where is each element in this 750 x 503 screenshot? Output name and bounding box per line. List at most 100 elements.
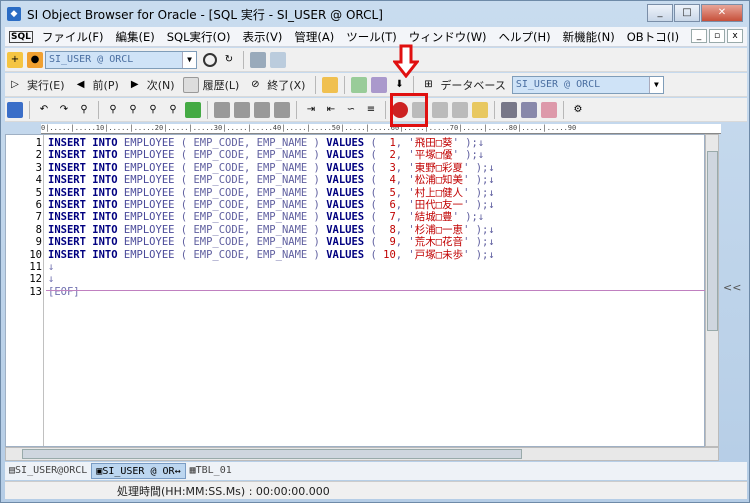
chevron-down-icon[interactable]: ▼	[182, 51, 196, 68]
settings-icon[interactable]: ⚙	[570, 102, 586, 118]
redo-icon[interactable]: ↷	[56, 102, 72, 118]
history-button[interactable]: 履歴(L)	[203, 77, 240, 93]
window-controls: _ □ ✕	[646, 4, 743, 22]
find-icon[interactable]: ⚲	[76, 102, 92, 118]
menu-edit[interactable]: 編集(E)	[109, 29, 160, 45]
mdi-close-button[interactable]: x	[727, 29, 743, 43]
document-tab-bar: ▤SI_USER@ORCL ▣SI_USER @ OR↔ ▦TBL_01	[5, 462, 747, 480]
bookmark-icon[interactable]	[185, 101, 201, 118]
next-button[interactable]: 次(N)	[147, 77, 175, 93]
comment-icon[interactable]: ∽	[343, 102, 359, 118]
line-number: 9	[35, 236, 42, 249]
code-text: INSERT INTO EMPLOYEE ( EMP_CODE, EMP_NAM…	[48, 236, 495, 249]
plan-icon[interactable]	[351, 76, 368, 93]
end-button[interactable]: 終了(X)	[267, 77, 305, 93]
replace-all-icon[interactable]: ⚲	[165, 102, 181, 118]
outdent-icon[interactable]: ⇤	[323, 102, 339, 118]
mdi-restore-button[interactable]: ▫	[709, 29, 725, 43]
run-button[interactable]: 実行(E)	[27, 77, 65, 93]
uncomment-icon[interactable]: ≡	[363, 102, 379, 118]
menu-view[interactable]: 表示(V)	[237, 29, 289, 45]
chevron-down-icon[interactable]: ▼	[648, 76, 663, 93]
tab-tbl-01[interactable]: ▦TBL_01	[186, 463, 236, 479]
database-select[interactable]: SI_USER @ ORCL ▼	[511, 75, 664, 94]
menu-manage[interactable]: 管理(A)	[288, 29, 340, 45]
line-number: 11	[29, 261, 42, 273]
line-number: 3	[35, 161, 42, 174]
line-number: 13	[29, 285, 42, 298]
menu-window[interactable]: ウィンドウ(W)	[403, 29, 493, 45]
sql-tune-icon[interactable]	[371, 76, 388, 93]
database-label: データベース	[440, 78, 506, 92]
menu-file[interactable]: ファイル(F)	[36, 29, 110, 45]
list-icon[interactable]	[521, 101, 537, 118]
prev-button[interactable]: 前(P)	[93, 77, 119, 93]
line-number: 7	[35, 211, 42, 224]
maximize-button[interactable]: □	[674, 4, 700, 22]
highlight-box	[390, 93, 428, 127]
toolbar-separator	[413, 75, 415, 94]
title-bar: ◆ SI Object Browser for Oracle - [SQL 実行…	[1, 1, 749, 27]
code-text: INSERT INTO EMPLOYEE ( EMP_CODE, EMP_NAM…	[48, 211, 485, 224]
menu-bar: SQL ファイル(F) 編集(E) SQL実行(O) 表示(V) 管理(A) ツ…	[5, 27, 747, 47]
disabled-tool-icon	[452, 101, 468, 118]
code-text: INSERT INTO EMPLOYEE ( EMP_CODE, EMP_NAM…	[48, 161, 495, 174]
minimize-button[interactable]: _	[647, 4, 673, 22]
line-number: 5	[35, 186, 42, 199]
column-ruler: 0|.....|.....10|.....|.....20|.....|....…	[41, 124, 721, 134]
horizontal-scrollbar[interactable]	[5, 447, 719, 461]
download-icon[interactable]: ⬇	[391, 77, 407, 93]
mdi-minimize-button[interactable]: _	[691, 29, 707, 43]
code-text: ↓	[48, 273, 55, 286]
toolbar-separator	[207, 100, 208, 119]
disabled-tool-icon	[274, 101, 290, 118]
circle-icon[interactable]	[203, 52, 217, 67]
palette-icon[interactable]	[541, 101, 557, 118]
menu-tools[interactable]: ツール(T)	[340, 29, 403, 45]
run-icon[interactable]: ▷	[7, 77, 23, 93]
tab-sql-exec[interactable]: ▣SI_USER @ OR↔	[91, 463, 186, 479]
line-number: 4	[35, 174, 42, 187]
format-icon[interactable]	[472, 101, 488, 118]
callout-arrow-icon	[393, 44, 419, 78]
horizontal-scroll-thumb[interactable]	[22, 449, 522, 459]
indent-icon[interactable]: ⇥	[303, 102, 319, 118]
menu-ob-toko[interactable]: OBトコ(I)	[621, 29, 685, 45]
object-list-icon[interactable]	[270, 51, 286, 68]
open-folder-icon[interactable]	[322, 76, 339, 93]
side-panel-toggle[interactable]: <<	[723, 281, 741, 294]
find-next-icon[interactable]: ⚲	[105, 102, 121, 118]
new-connection-icon[interactable]: +	[7, 51, 23, 68]
toolbar-separator	[315, 75, 317, 94]
find-prev-icon[interactable]: ⚲	[125, 102, 141, 118]
code-text: INSERT INTO EMPLOYEE ( EMP_CODE, EMP_NAM…	[48, 199, 495, 211]
disabled-tool-icon	[234, 101, 250, 118]
menu-sql-run[interactable]: SQL実行(O)	[161, 29, 237, 45]
undo-icon[interactable]: ↶	[36, 102, 52, 118]
next-icon[interactable]: ▶	[127, 77, 143, 93]
line-number: 6	[35, 199, 42, 211]
menu-new-features[interactable]: 新機能(N)	[557, 29, 621, 45]
replace-icon[interactable]: ⚲	[145, 102, 161, 118]
history-icon[interactable]	[182, 76, 199, 93]
connection-toolbar: + ● SI_USER @ ORCL ▼ ↻	[5, 48, 747, 72]
close-button[interactable]: ✕	[701, 4, 743, 22]
vertical-scrollbar[interactable]	[705, 134, 719, 447]
line-number: 12	[29, 273, 42, 286]
toolbar-separator	[385, 100, 386, 119]
code-text: INSERT INTO EMPLOYEE ( EMP_CODE, EMP_NAM…	[48, 248, 495, 261]
disconnect-icon[interactable]: ●	[27, 51, 43, 68]
menu-help[interactable]: ヘルプ(H)	[493, 29, 557, 45]
sql-editor[interactable]: 1 INSERT INTO EMPLOYEE ( EMP_CODE, EMP_NA…	[5, 134, 706, 447]
tab-si-user-orcl[interactable]: ▤SI_USER@ORCL	[5, 463, 91, 479]
edit-toolbar: ↶ ↷ ⚲ ⚲ ⚲ ⚲ ⚲ ⇥ ⇤ ∽ ≡ ⚙	[5, 98, 747, 122]
save-icon[interactable]	[7, 101, 23, 118]
refresh-icon[interactable]: ↻	[221, 52, 237, 68]
prev-icon[interactable]: ◀	[73, 77, 89, 93]
code-text: [EOF]	[48, 285, 80, 298]
end-icon[interactable]: ⊘	[247, 77, 263, 93]
vertical-scroll-thumb[interactable]	[707, 151, 718, 331]
grid-icon[interactable]	[501, 101, 517, 118]
sql-window-icon[interactable]	[250, 51, 266, 68]
connection-select[interactable]: SI_USER @ ORCL ▼	[45, 50, 197, 69]
